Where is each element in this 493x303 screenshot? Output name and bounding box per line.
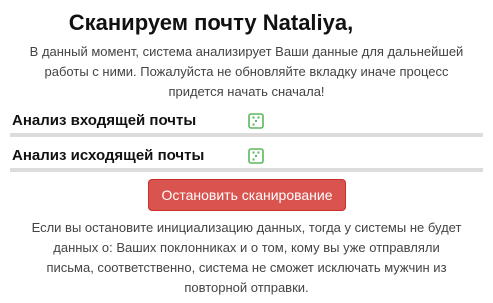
incoming-analysis-label: Анализ входящей почты	[12, 112, 197, 129]
warning-line: данных о: Ваших поклонниках и о том, ком…	[53, 240, 440, 255]
incoming-analysis-row: Анализ входящей почты	[10, 112, 483, 137]
incoming-progress-track	[10, 133, 483, 137]
loading-square-icon	[248, 148, 264, 164]
intro-line: работы с ними. Пожалуйста не обновляйте …	[44, 64, 449, 79]
loading-square-icon	[248, 113, 264, 129]
warning-line: Если вы остановите инициализацию данных,…	[31, 220, 462, 235]
page-title: Сканируем почту Nataliya,	[68, 10, 354, 35]
warning-line: повторной отправки.	[184, 280, 309, 295]
outgoing-analysis-label: Анализ исходящей почты	[12, 147, 205, 164]
intro-line: В данный момент, система анализирует Ваш…	[29, 44, 464, 59]
warning-text: Если вы остановите инициализацию данных,…	[0, 218, 493, 298]
intro-line: придется начать сначала!	[168, 84, 325, 99]
outgoing-analysis-row: Анализ исходящей почты	[10, 147, 483, 172]
stop-scanning-button[interactable]: Остановить сканирование	[148, 179, 346, 211]
outgoing-progress-track	[10, 168, 483, 172]
warning-line: письма, соответственно, система не сможе…	[46, 260, 447, 275]
scan-page: Сканируем почту Nataliya, В данный момен…	[0, 0, 493, 303]
intro-text: В данный момент, система анализирует Ваш…	[0, 42, 493, 102]
